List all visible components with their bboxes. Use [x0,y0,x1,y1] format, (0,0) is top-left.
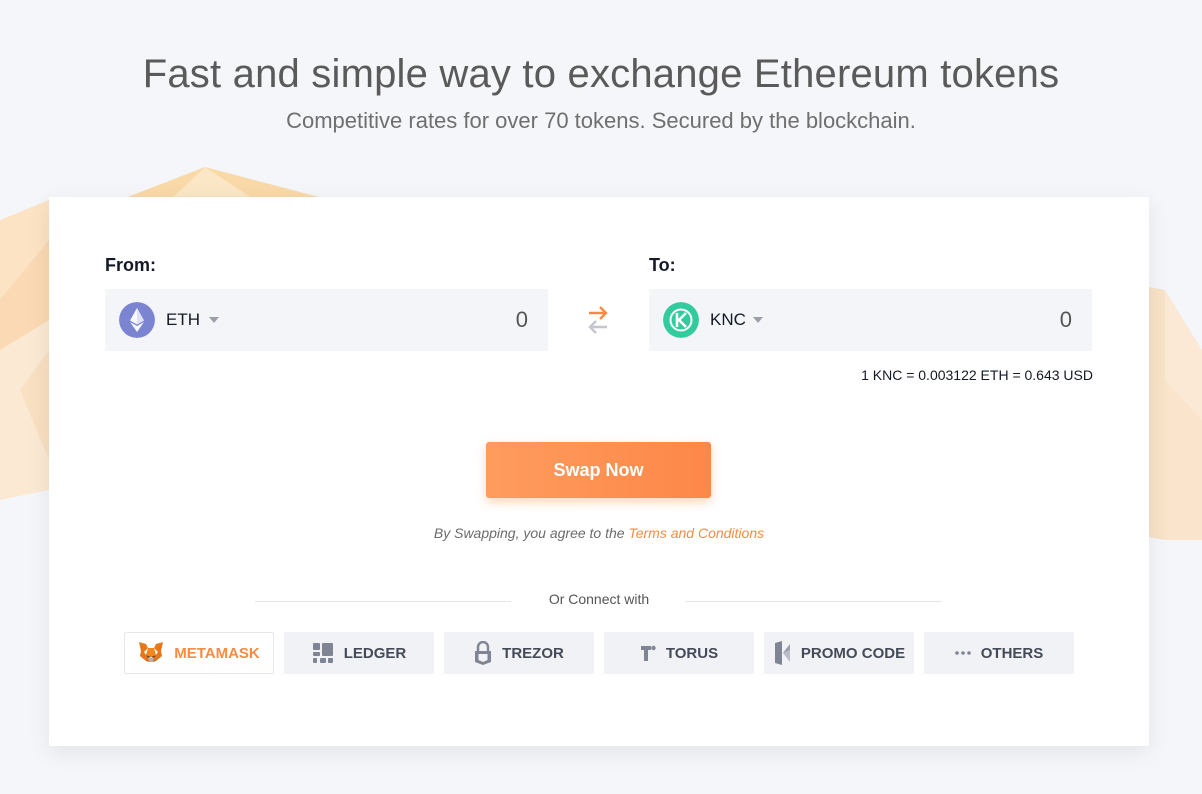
terms-notice: By Swapping, you agree to the Terms and … [49,525,1149,541]
to-label: To: [649,255,676,275]
page: Fast and simple way to exchange Ethereum… [0,0,1202,794]
torus-icon [640,644,656,662]
swap-now-button[interactable]: Swap Now [486,442,711,498]
chevron-down-icon[interactable] [209,317,219,323]
wallet-metamask-button[interactable]: METAMASK [124,632,274,674]
terms-and-conditions-link[interactable]: Terms and Conditions [628,525,764,541]
wallet-label: TREZOR [502,644,564,662]
wallet-options: METAMASK LEDGER TREZOR TORUS PROMO CODE … [124,632,1074,674]
ledger-icon [312,642,334,664]
page-title: Fast and simple way to exchange Ethereum… [142,52,1060,96]
to-amount-input[interactable]: 0 [1060,307,1072,333]
to-token-symbol[interactable]: KNC [710,310,746,330]
chevron-down-icon[interactable] [753,317,763,323]
knc-icon [663,302,699,338]
terms-prefix: By Swapping, you agree to the [433,525,629,541]
from-token-field[interactable]: ETH 0 [105,289,548,351]
exchange-rate: 1 KNC = 0.003122 ETH = 0.643 USD [861,367,1093,383]
from-label: From: [105,255,156,275]
more-dots-icon [954,650,971,656]
connect-with-label: Or Connect with [548,591,650,607]
wallet-label: OTHERS [980,644,1044,662]
wallet-label: PROMO CODE [800,644,906,662]
eth-icon [119,302,155,338]
swap-card: From: To: ETH 0 KNC 0 1 KNC = 0.003122 E… [49,197,1149,746]
to-token-field[interactable]: KNC 0 [649,289,1092,351]
promo-code-icon [773,641,791,665]
wallet-label: METAMASK [174,644,260,662]
wallet-promo-code-button[interactable]: PROMO CODE [764,632,914,674]
wallet-label: TORUS [665,644,719,662]
wallet-torus-button[interactable]: TORUS [604,632,754,674]
trezor-lock-icon [474,641,492,665]
wallet-ledger-button[interactable]: LEDGER [284,632,434,674]
swap-direction-icon[interactable] [584,303,612,337]
wallet-trezor-button[interactable]: TREZOR [444,632,594,674]
wallet-label: LEDGER [343,644,407,662]
from-token-symbol[interactable]: ETH [166,310,200,330]
wallet-others-button[interactable]: OTHERS [924,632,1074,674]
page-subtitle: Competitive rates for over 70 tokens. Se… [286,108,916,133]
divider-right [686,601,942,602]
metamask-fox-icon [138,641,164,665]
from-amount-input[interactable]: 0 [516,307,528,333]
